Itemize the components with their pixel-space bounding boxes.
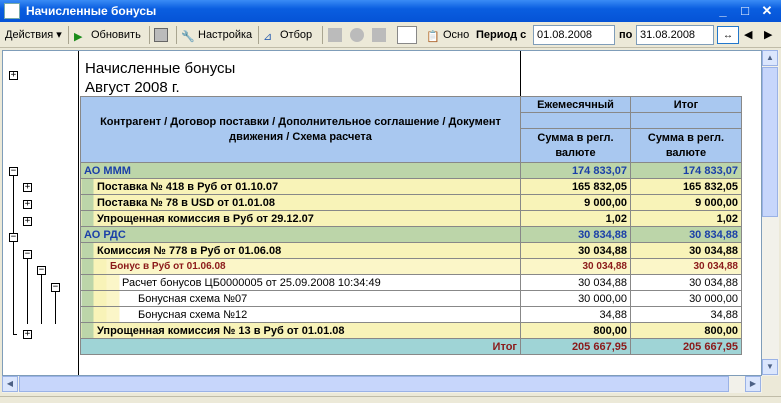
period-label: Период с <box>476 29 527 41</box>
report-title: Начисленные бонусы <box>85 60 236 77</box>
table-row[interactable]: АО МММ 174 833,07 174 833,07 <box>80 162 742 179</box>
expand-toggle[interactable]: + <box>23 200 32 209</box>
horizontal-scrollbar[interactable]: ◀ ▶ <box>2 376 762 393</box>
back-arrow-icon[interactable]: ◀ <box>744 26 752 44</box>
expand-all-toggle[interactable]: + <box>9 71 18 80</box>
table-row[interactable]: Бонусная схема №07 30 000,00 30 000,00 <box>80 290 742 307</box>
window-icon <box>4 3 20 19</box>
table-row[interactable]: Упрощенная комиссия в Руб от 29.12.07 1,0… <box>80 210 742 227</box>
grouping-gutter: + − + + + − − − − + <box>3 51 79 375</box>
filter-button[interactable]: ⊿ Отбор <box>263 26 312 44</box>
table-button[interactable] <box>372 26 389 44</box>
table-row[interactable]: Поставка № 418 в Руб от 01.10.07 165 832,… <box>80 178 742 195</box>
scroll-down-icon[interactable]: ▼ <box>762 359 778 375</box>
column-header-total: Итог <box>630 96 742 113</box>
scroll-right-icon[interactable]: ▶ <box>745 376 761 392</box>
grid-button[interactable] <box>328 26 345 44</box>
collapse-toggle[interactable]: − <box>23 250 32 259</box>
header-row: Контрагент / Договор поставки / Дополнит… <box>80 96 742 163</box>
refresh-icon: ▶ <box>74 31 83 44</box>
expand-toggle[interactable]: + <box>23 183 32 192</box>
close-button[interactable]: ✕ <box>758 2 776 20</box>
horizontal-scroll-thumb[interactable] <box>19 376 729 392</box>
scroll-up-icon[interactable]: ▲ <box>762 50 778 66</box>
report-area: + − + + + − − − − + Начисленные бонусы А… <box>2 50 762 376</box>
collapse-toggle[interactable]: − <box>37 266 46 275</box>
print-button[interactable] <box>154 26 171 44</box>
basis-button[interactable]: 📋 Осно <box>426 26 469 44</box>
collapse-toggle[interactable]: − <box>9 233 18 242</box>
toolbar: Действия ▾ ▶ Обновить 🔧 Настройка ⊿ Отбор 📋… <box>0 22 781 48</box>
column-subheader: Сумма в регл. валюте <box>630 128 742 163</box>
to-label: по <box>619 29 633 41</box>
table-row[interactable]: Комиссия № 778 в Руб от 01.06.08 30 034,8… <box>80 242 742 259</box>
wrench-icon: 🔧 <box>181 31 195 44</box>
period-select-button[interactable]: ↔ <box>717 26 739 44</box>
vertical-scrollbar[interactable]: ▲ ▼ <box>762 50 779 376</box>
printer-icon <box>154 28 168 43</box>
column-header-main: Контрагент / Договор поставки / Дополнит… <box>80 96 521 163</box>
table-row[interactable]: Поставка № 78 в USD от 01.01.08 9 000,00 9… <box>80 194 742 211</box>
refresh-button[interactable]: ▶ Обновить <box>74 26 141 44</box>
date-to-field[interactable]: 31.08.2008 <box>636 25 714 45</box>
circle-icon <box>350 28 364 43</box>
column-header-monthly: Ежемесячный <box>520 96 631 113</box>
filter-icon: ⊿ <box>263 31 273 44</box>
chart-button[interactable] <box>350 26 367 44</box>
report-subtitle: Август 2008 г. <box>85 79 180 96</box>
table-row[interactable]: Бонус в Руб от 01.06.08 30 034,88 30 034,8… <box>80 258 742 275</box>
table-icon <box>372 28 386 43</box>
forward-arrow-icon[interactable]: ▶ <box>764 26 772 44</box>
expand-toggle[interactable]: + <box>23 330 32 339</box>
total-row: Итог 205 667,95 205 667,95 <box>80 338 742 355</box>
minimize-button[interactable]: _ <box>714 2 732 20</box>
grid-icon <box>328 28 342 43</box>
date-from-field[interactable]: 01.08.2008 <box>533 25 615 45</box>
table-row[interactable]: Расчет бонусов ЦБ0000005 от 25.09.2008 1… <box>80 274 742 291</box>
maximize-button[interactable]: □ <box>736 2 754 20</box>
table-row[interactable]: Бонусная схема №12 34,88 34,88 <box>80 306 742 323</box>
table-row[interactable]: Упрощенная комиссия № 13 в Руб от 01.01.… <box>80 322 742 339</box>
expand-toggle[interactable]: + <box>23 217 32 226</box>
document-icon: 📋 <box>426 31 440 44</box>
title-bar: Начисленные бонусы _ □ ✕ <box>0 0 781 22</box>
collapse-toggle[interactable]: − <box>9 167 18 176</box>
layout-icon <box>398 29 412 43</box>
actions-menu[interactable]: Действия ▾ <box>5 26 62 44</box>
report-table: Контрагент / Договор поставки / Дополнит… <box>80 96 742 355</box>
layout-button[interactable] <box>397 26 417 44</box>
scroll-left-icon[interactable]: ◀ <box>2 376 18 392</box>
status-strip <box>0 396 781 403</box>
table-row[interactable]: АО РДС 30 834,88 30 834,88 <box>80 226 742 243</box>
settings-button[interactable]: 🔧 Настройка <box>181 26 252 44</box>
column-subheader: Сумма в регл. валюте <box>520 128 631 163</box>
collapse-toggle[interactable]: − <box>51 283 60 292</box>
vertical-scroll-thumb[interactable] <box>762 67 778 217</box>
window-title: Начисленные бонусы <box>26 4 157 18</box>
